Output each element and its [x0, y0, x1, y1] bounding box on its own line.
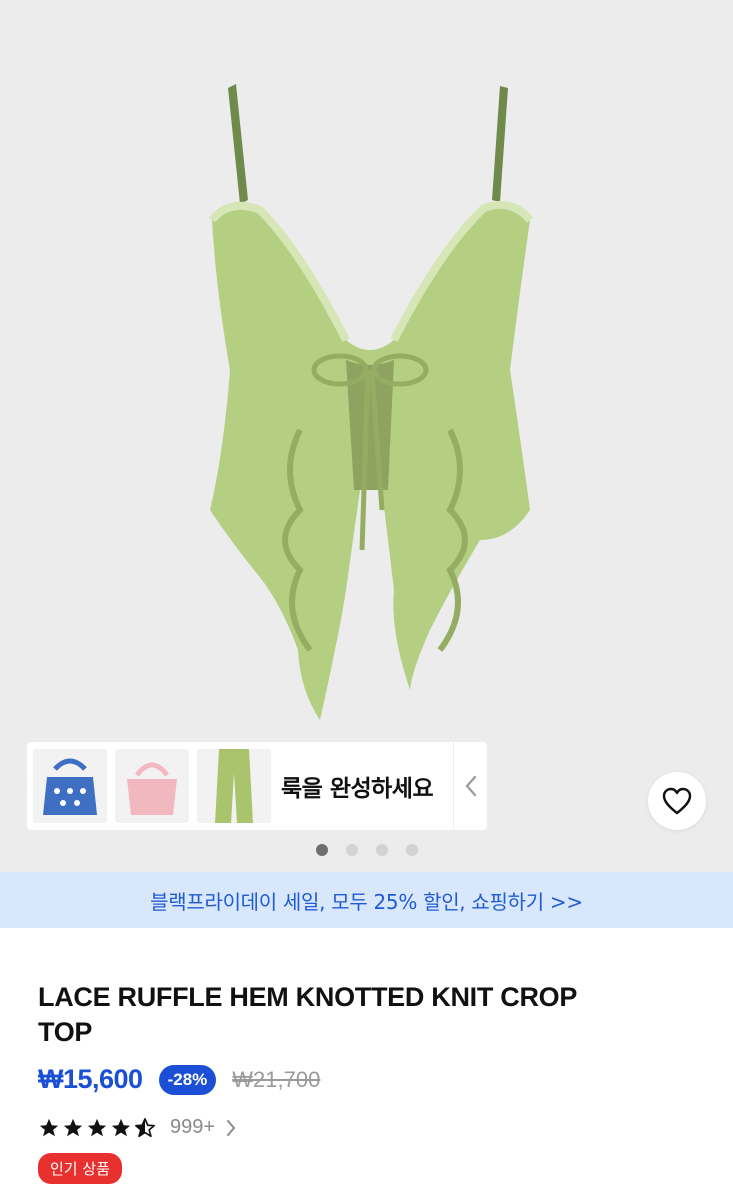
original-price: ₩21,700	[232, 1066, 321, 1092]
pager-dot[interactable]	[405, 844, 418, 856]
look-item-pants-green[interactable]	[197, 749, 271, 823]
pager-dot[interactable]	[375, 844, 388, 856]
rating-row[interactable]: 999+	[38, 1116, 237, 1139]
chevron-right-icon[interactable]	[225, 1118, 237, 1138]
pager-dot[interactable]	[345, 844, 358, 856]
discount-badge: -28%	[158, 1064, 217, 1095]
product-title: LACE RUFFLE HEM KNOTTED KNIT CROP TOP	[38, 982, 577, 1047]
look-collapse-button[interactable]	[453, 742, 487, 830]
complete-the-look-strip[interactable]: 룩을 완성하세요	[27, 742, 487, 830]
pager-dot[interactable]	[315, 844, 328, 856]
look-item-bag-pink[interactable]	[115, 749, 189, 823]
star-icon	[63, 1118, 83, 1136]
favorite-button[interactable]	[648, 772, 706, 830]
star-icon	[111, 1118, 131, 1136]
promo-banner[interactable]: 블랙프라이데이 세일, 모두 25% 할인, 쇼핑하기 >>	[0, 872, 733, 928]
rating-stars	[38, 1117, 156, 1139]
star-icon	[39, 1118, 59, 1136]
sale-price: ₩15,600	[38, 1064, 143, 1094]
product-image-gallery[interactable]: 룩을 완성하세요	[0, 0, 733, 872]
price-row: ₩15,600 -28% ₩21,700	[38, 1064, 320, 1095]
star-half-icon	[135, 1117, 155, 1137]
review-count[interactable]: 999+	[170, 1116, 215, 1139]
chevron-left-icon	[465, 775, 476, 797]
promo-text: 블랙프라이데이 세일, 모두 25% 할인, 쇼핑하기 >>	[150, 889, 583, 914]
product-image	[208, 84, 534, 720]
look-item-bag-blue[interactable]	[33, 749, 107, 823]
star-icon	[87, 1118, 107, 1136]
popular-badge: 인기 상품	[38, 1153, 122, 1184]
look-label: 룩을 완성하세요	[281, 776, 434, 802]
image-pager	[0, 844, 733, 856]
heart-outline-icon	[662, 787, 692, 815]
